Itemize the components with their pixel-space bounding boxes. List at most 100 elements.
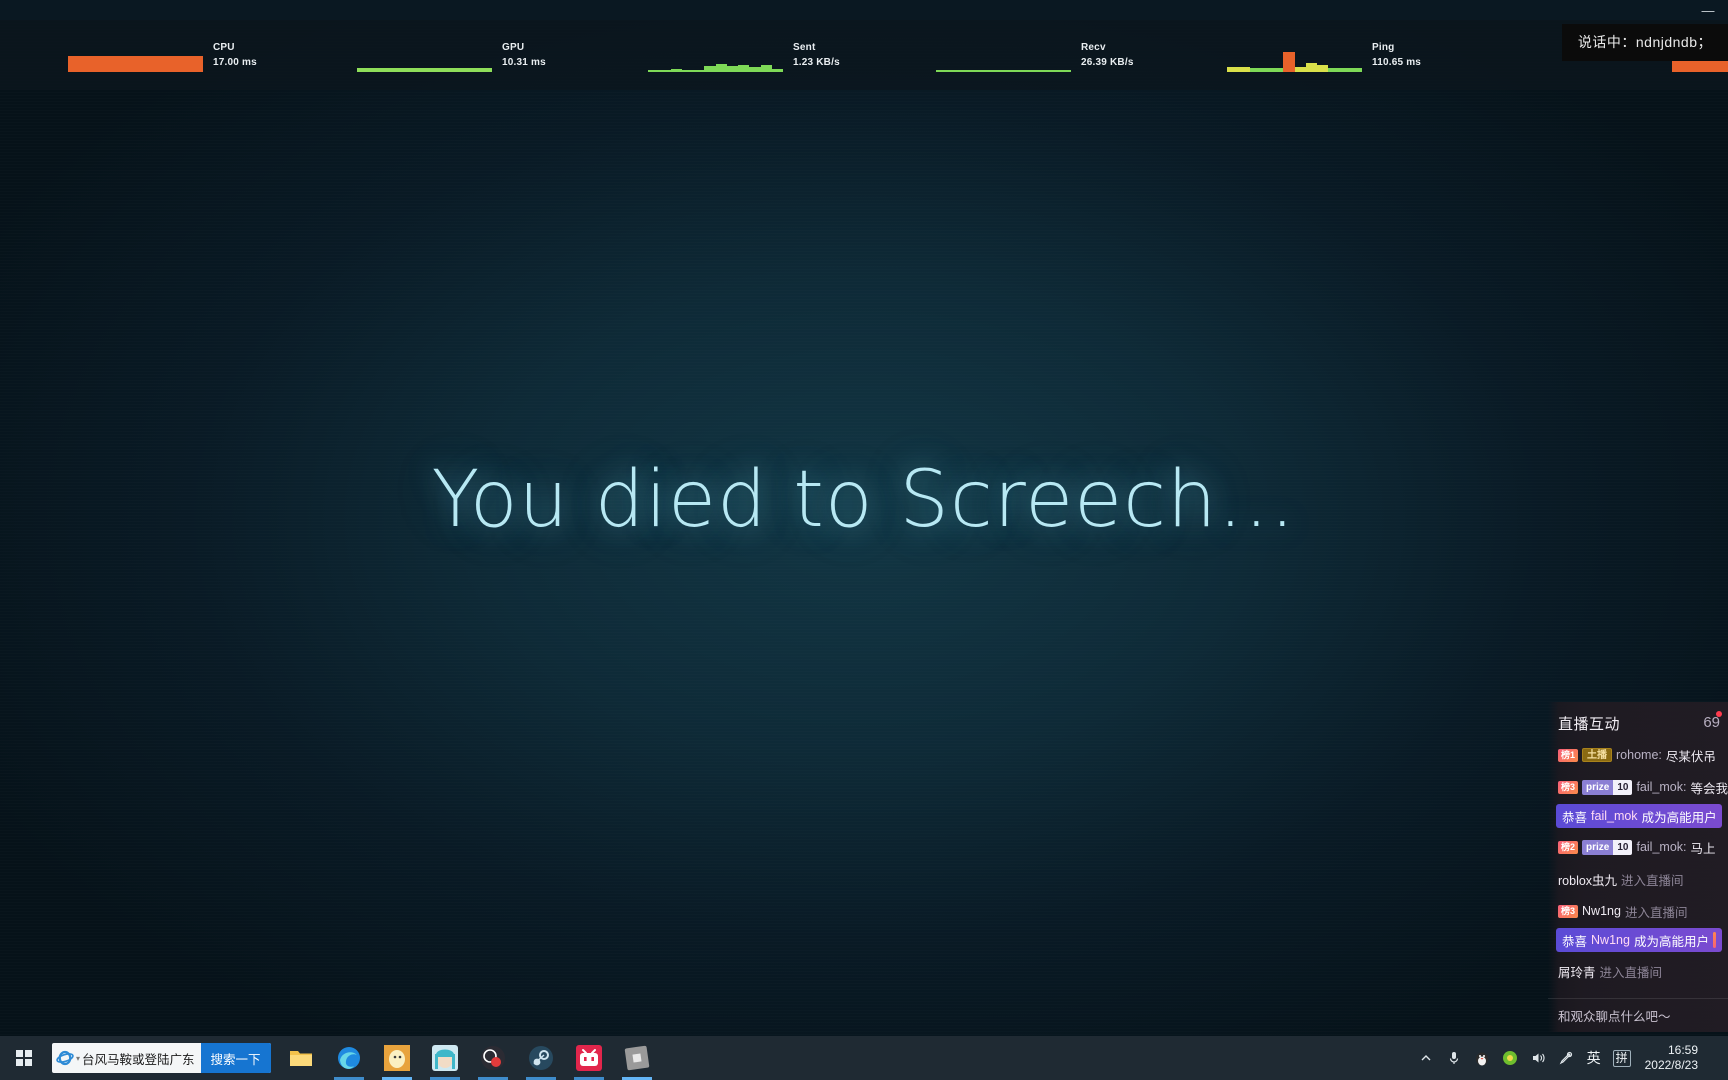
chat-highlight-banner[interactable]: 恭喜 Nw1ng 成为高能用户 (1556, 928, 1722, 952)
tray-ime-mode-wrap[interactable]: 拼 (1609, 1036, 1635, 1080)
chat-username: fail_mok: (1636, 780, 1687, 794)
chat-row[interactable]: 榜3 prize 10 fail_mok: 等会我 (1548, 774, 1728, 800)
banner-badge-icon (1712, 932, 1716, 948)
roblox-icon (624, 1045, 650, 1071)
minimize-button[interactable]: — (1688, 0, 1728, 20)
stat-gpu: GPU 10.31 ms (357, 20, 546, 90)
fan-badge: 土播 (1582, 748, 1613, 762)
tray-chevron-up-icon[interactable] (1413, 1036, 1439, 1080)
stat-recv: Recv 26.39 KB/s (936, 20, 1134, 90)
prize-badge-value: 10 (1613, 839, 1633, 855)
chat-highlight-banner[interactable]: 恭喜 fail_mok 成为高能用户 (1556, 804, 1722, 828)
chat-header: 直播互动 69 (1548, 710, 1728, 736)
taskbar-app-obs-studio[interactable] (471, 1036, 515, 1080)
banner-username: fail_mok (1591, 809, 1638, 823)
taskbar-clock[interactable]: 16:59 2022/8/23 (1637, 1043, 1706, 1073)
banner-username: Nw1ng (1591, 933, 1630, 947)
tray-volume-icon[interactable] (1525, 1036, 1551, 1080)
search-news-text[interactable]: 台风马鞍或登陆广东 (80, 1049, 201, 1068)
chat-row[interactable]: 榜1 土播 rohome: 尽某伏吊 (1548, 742, 1728, 768)
prize-badge-value: 10 (1613, 779, 1633, 795)
stat-sent: Sent 1.23 KB/s (648, 20, 840, 90)
taskbar-app-roblox[interactable] (615, 1036, 659, 1080)
taskbar-app-bilibili[interactable] (567, 1036, 611, 1080)
recv-name: Recv (1081, 41, 1106, 53)
gpu-value: 10.31 ms (502, 56, 546, 68)
chat-text: 马上 (1690, 841, 1716, 856)
chat-username: rohome: (1616, 748, 1662, 762)
system-tray: 英 拼 16:59 2022/8/23 (1413, 1036, 1728, 1080)
ping-labels: Ping 110.65 ms (1372, 41, 1421, 70)
search-button[interactable]: 搜索一下 (200, 1043, 271, 1073)
tray-update-icon[interactable] (1497, 1036, 1523, 1080)
sent-value: 1.23 KB/s (793, 56, 840, 68)
egg-icon (383, 1045, 410, 1071)
prize-badge-label: prize (1582, 839, 1614, 855)
cpu-labels: CPU 17.00 ms (213, 41, 257, 70)
clock-time: 16:59 (1667, 1043, 1698, 1057)
chat-row-enter[interactable]: roblox虫九 进入直播间 (1548, 866, 1728, 892)
start-button[interactable] (0, 1036, 48, 1080)
chat-title: 直播互动 (1558, 715, 1621, 733)
chat-row-enter[interactable]: 榜3 Nw1ng 进入直播间 (1548, 898, 1728, 924)
notification-dot-icon (1716, 711, 1722, 717)
window-titlebar: — (0, 0, 1728, 20)
recv-graph-bars (936, 38, 1071, 72)
clock-date: 2022/8/23 (1644, 1058, 1698, 1072)
chat-username: roblox虫九 (1558, 873, 1618, 888)
chat-input-placeholder: 和观众聊点什么吧～ (1558, 1010, 1671, 1024)
cpu-graph (68, 38, 203, 72)
taskbar-app-unknown[interactable] (375, 1036, 419, 1080)
chat-enter-text: 进入直播间 (1599, 965, 1663, 980)
obs-icon (480, 1045, 506, 1071)
tray-microphone-icon[interactable] (1441, 1036, 1467, 1080)
recv-value: 26.39 KB/s (1081, 56, 1134, 68)
taskbar-app-list (279, 1036, 659, 1080)
cpu-value: 17.00 ms (213, 56, 257, 68)
chat-input[interactable]: 和观众聊点什么吧～ (1548, 998, 1728, 1032)
start-icon (16, 1050, 32, 1066)
taskbar-search-widget[interactable]: ▾ 台风马鞍或登陆广东 搜索一下 (52, 1043, 271, 1073)
taskbar-app-steam[interactable] (519, 1036, 563, 1080)
gpu-name: GPU (502, 41, 525, 53)
sent-name: Sent (793, 41, 816, 53)
rank-badge: 榜2 (1558, 840, 1579, 854)
livestream-chat-panel[interactable]: 直播互动 69 榜1 土播 rohome: 尽某伏吊 榜3 prize 10 f… (1548, 702, 1728, 1032)
sent-graph-bars (648, 38, 783, 72)
chat-row[interactable]: 榜2 prize 10 fail_mok: 马上 (1548, 834, 1728, 860)
chat-row-enter[interactable]: 屑玲青 进入直播间 (1548, 958, 1728, 984)
sent-labels: Sent 1.23 KB/s (793, 41, 840, 70)
chat-enter-text: 进入直播间 (1624, 905, 1688, 920)
chat-enter-text: 进入直播间 (1621, 873, 1684, 888)
bilibili-icon (575, 1045, 602, 1071)
taskbar-app-miku[interactable] (423, 1036, 467, 1080)
chat-message-list[interactable]: 榜1 土播 rohome: 尽某伏吊 榜3 prize 10 fail_mok:… (1548, 742, 1728, 984)
taskbar-app-microsoft-edge[interactable] (327, 1036, 371, 1080)
tray-ime-language[interactable]: 英 (1581, 1036, 1607, 1080)
miku-icon (431, 1045, 458, 1071)
recv-labels: Recv 26.39 KB/s (1081, 41, 1134, 70)
prize-badge: prize 10 (1582, 779, 1633, 795)
taskbar-app-file-explorer[interactable] (279, 1036, 323, 1080)
tray-pen-icon[interactable] (1553, 1036, 1579, 1080)
tray-qq-icon[interactable] (1469, 1036, 1495, 1080)
banner-prefix: 恭喜 (1562, 934, 1588, 949)
internet-explorer-icon (52, 1043, 78, 1073)
recv-graph (936, 38, 1071, 72)
show-desktop-button[interactable] (1708, 1036, 1722, 1080)
folder-icon (288, 1045, 314, 1071)
performance-stats-bar: CPU 17.00 ms GPU 10.31 ms Sent 1.23 KB/s… (0, 20, 1728, 90)
ping-name: Ping (1372, 41, 1395, 53)
ping-value: 110.65 ms (1372, 56, 1422, 68)
prize-badge-label: prize (1582, 779, 1614, 795)
chat-username: Nw1ng (1582, 904, 1621, 918)
ping-graph-bars (1227, 38, 1362, 72)
chat-text: 尽某伏吊 (1665, 749, 1716, 764)
stat-cpu: CPU 17.00 ms (68, 20, 257, 90)
stat-ping: Ping 110.65 ms (1227, 20, 1421, 90)
speaking-toast: 说话中：ndnjdndb； (1561, 24, 1728, 61)
gpu-graph (357, 38, 492, 72)
chat-header-actions[interactable]: 69 (1703, 711, 1722, 732)
death-message: You died to Screech… (431, 455, 1297, 545)
desktop-screen: — CPU 17.00 ms GPU 10.31 ms Sent 1.23 KB… (0, 0, 1728, 1080)
